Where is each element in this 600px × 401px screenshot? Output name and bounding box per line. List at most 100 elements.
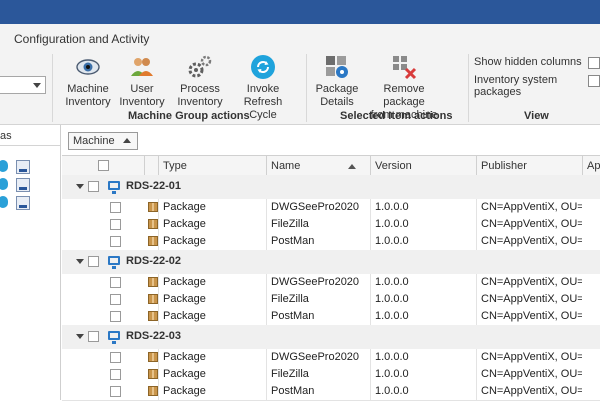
cell-name: DWGSeePro2020 [266,274,370,291]
inventory-system-packages-checkbox[interactable] [588,75,600,87]
cell-publisher: CN=AppVentiX, OU=... [476,233,582,250]
cell-publisher: CN=AppVentiX, OU=... [476,349,582,366]
package-icon [148,219,158,229]
button-label-line2: Inventory [177,96,223,108]
collapse-triangle-icon[interactable] [76,334,84,339]
group-by-label: Machine [73,135,115,147]
users-icon [131,58,153,76]
table-row[interactable]: Package DWGSeePro2020 1.0.0.0 CN=AppVent… [62,349,600,367]
column-header-name[interactable]: Name [266,156,370,176]
table-row[interactable]: Package DWGSeePro2020 1.0.0.0 CN=AppVent… [62,274,600,292]
table-row[interactable]: Package FileZilla 1.0.0.0 CN=AppVentiX, … [62,291,600,309]
cell-type: Package [158,349,266,366]
group-name: RDS-22-02 [126,255,182,267]
package-details-button[interactable]: Package Details [312,54,362,109]
list-item[interactable] [0,160,60,176]
row-checkbox[interactable] [110,386,121,397]
cell-publisher: CN=AppVentiX, OU=... [476,216,582,233]
row-checkbox[interactable] [110,277,121,288]
refresh-icon [0,196,8,208]
collapse-triangle-icon[interactable] [76,259,84,264]
column-header-label: Type [163,160,187,172]
user-inventory-button[interactable]: User Inventory [116,54,168,109]
cell-name: DWGSeePro2020 [266,349,370,366]
cell-name: PostMan [266,383,370,400]
group-row-rds-22-03[interactable]: RDS-22-03 [62,325,600,350]
group-checkbox[interactable] [88,181,99,192]
cell-publisher: CN=AppVentiX, OU=... [476,274,582,291]
cell-name: DWGSeePro2020 [266,199,370,216]
row-checkbox[interactable] [110,219,121,230]
left-panel-header: as [0,129,60,146]
button-label-line1: User [130,83,154,95]
cell-version: 1.0.0.0 [370,291,476,308]
button-label-line1: Invoke [246,83,280,95]
machine-group-actions-label: Machine Group actions [128,110,250,122]
group-by-machine-chip[interactable]: Machine [68,132,138,150]
group-row-rds-22-01[interactable]: RDS-22-01 [62,175,600,200]
package-icon [148,277,158,287]
cell-type: Package [158,216,266,233]
cell-type: Package [158,291,266,308]
package-icon [148,386,158,396]
cell-name: FileZilla [266,291,370,308]
select-all-checkbox[interactable] [98,160,109,171]
column-header-version[interactable]: Version [370,156,476,176]
refresh-icon [251,55,275,79]
row-checkbox[interactable] [110,294,121,305]
group-separator [52,54,53,122]
table-row[interactable]: Package PostMan 1.0.0.0 CN=AppVentiX, OU… [62,233,600,251]
process-inventory-button[interactable]: Process Inventory [172,54,228,109]
group-checkbox[interactable] [88,331,99,342]
table-row[interactable]: Package DWGSeePro2020 1.0.0.0 CN=AppVent… [62,199,600,217]
list-item[interactable] [0,178,60,194]
row-checkbox[interactable] [110,236,121,247]
chevron-down-icon [33,83,41,88]
row-checkbox[interactable] [110,369,121,380]
column-header-app[interactable]: App [582,156,600,176]
machine-group-dropdown[interactable] [0,76,46,94]
column-header-label: Name [271,160,301,172]
button-label-line1: Machine [67,83,109,95]
cell-publisher: CN=AppVentiX, OU=... [476,199,582,216]
table-row[interactable]: Package PostMan 1.0.0.0 CN=AppVentiX, OU… [62,383,600,401]
cell-publisher: CN=AppVentiX, OU=... [476,291,582,308]
cell-type: Package [158,274,266,291]
tab-configuration-and-activity[interactable]: Configuration and Activity [14,32,149,46]
show-hidden-columns-checkbox[interactable] [588,57,600,69]
list-item[interactable] [0,196,60,212]
collapse-triangle-icon[interactable] [76,184,84,189]
package-details-icon [326,56,348,78]
table-row[interactable]: Package FileZilla 1.0.0.0 CN=AppVentiX, … [62,216,600,234]
group-separator [306,54,307,122]
button-label-line1: Remove package [383,83,425,108]
package-icon [148,369,158,379]
cell-publisher: CN=AppVentiX, OU=... [476,366,582,383]
row-checkbox[interactable] [110,202,121,213]
table-row[interactable]: Package PostMan 1.0.0.0 CN=AppVentiX, OU… [62,308,600,326]
column-header-label: Version [375,160,412,172]
package-icon [148,352,158,362]
cell-version: 1.0.0.0 [370,233,476,250]
cell-type: Package [158,308,266,325]
group-row-rds-22-02[interactable]: RDS-22-02 [62,250,600,275]
cell-version: 1.0.0.0 [370,308,476,325]
column-header-publisher[interactable]: Publisher [476,156,582,176]
monitor-icon [108,181,120,194]
table-row[interactable]: Package FileZilla 1.0.0.0 CN=AppVentiX, … [62,366,600,384]
ribbon: Configuration and Activity Machine Inven… [0,24,600,125]
sort-ascending-icon [122,138,131,143]
column-header-type[interactable]: Type [158,156,266,176]
row-checkbox[interactable] [110,311,121,322]
remove-package-icon [393,56,417,80]
cell-version: 1.0.0.0 [370,216,476,233]
button-label-line1: Process [180,83,220,95]
package-grid: Machine Type Name Version Publisher App … [62,125,600,401]
selected-item-actions-label: Selected Item actions [340,110,453,122]
monitor-icon [108,256,120,269]
machine-inventory-button[interactable]: Machine Inventory [60,54,116,109]
refresh-icon [0,178,8,190]
group-checkbox[interactable] [88,256,99,267]
row-checkbox[interactable] [110,352,121,363]
column-header-label: App [587,160,600,172]
